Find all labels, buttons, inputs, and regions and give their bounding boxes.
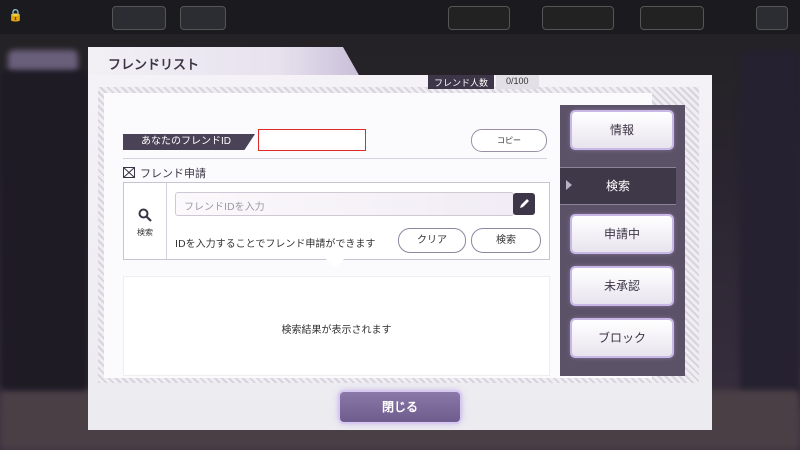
active-arrow-icon	[566, 180, 572, 190]
background-badge	[542, 6, 614, 30]
background-topbar: 🔒	[0, 0, 800, 34]
copy-button[interactable]: コピー	[471, 129, 547, 152]
divider	[123, 158, 547, 159]
background-badge	[640, 6, 704, 30]
friend-count: フレンド人数 0/100	[428, 75, 539, 89]
lock-icon: 🔒	[8, 8, 23, 22]
friend-count-value: 0/100	[496, 75, 539, 89]
tab-label: 申請中	[603, 227, 640, 241]
background-badge	[448, 6, 510, 30]
tab-label: 情報	[609, 123, 634, 137]
clear-button[interactable]: クリア	[398, 228, 466, 253]
tab-column: 情報 検索 申請中 未承認 ブロック	[560, 105, 685, 376]
search-results-text: 検索結果が表示されます	[281, 325, 392, 336]
friend-count-label: フレンド人数	[428, 75, 495, 89]
tab-label: 未承認	[603, 279, 640, 293]
search-side-label: 検索	[137, 228, 153, 237]
search-button[interactable]: 検索	[471, 228, 541, 253]
background-shape	[740, 50, 800, 410]
background-button	[180, 6, 226, 30]
background-shape	[0, 70, 88, 390]
edit-button[interactable]	[513, 193, 535, 215]
friend-request-title-text: フレンド申請	[140, 167, 206, 180]
background-button	[112, 6, 166, 30]
search-icon	[138, 208, 152, 222]
tab-unapproved[interactable]: 未承認	[572, 268, 672, 304]
tab-pending[interactable]: 申請中	[572, 216, 672, 252]
my-friend-id-field	[258, 129, 366, 151]
search-panel: 検索 フレンドIDを入力 IDを入力することでフレンド申請ができます クリア 検…	[123, 182, 550, 260]
search-hint: IDを入力することでフレンド申請ができます	[175, 239, 376, 250]
tab-info[interactable]: 情報	[572, 112, 672, 148]
tab-block[interactable]: ブロック	[572, 320, 672, 356]
my-friend-id-label: あなたのフレンドID	[123, 134, 255, 150]
friend-id-placeholder: フレンドIDを入力	[184, 202, 265, 213]
close-button[interactable]: 閉じる	[340, 392, 460, 422]
search-results: 検索結果が表示されます	[123, 276, 550, 376]
dialog-title: フレンドリスト	[108, 57, 200, 72]
dialog-title-tab: フレンドリスト	[88, 47, 360, 77]
tab-search[interactable]: 検索	[560, 167, 676, 205]
background-menu	[756, 6, 788, 30]
friend-list-dialog: フレンドリスト フレンド人数 0/100 あなたのフレンドID コピー フレンド…	[88, 47, 712, 430]
tab-label: ブロック	[597, 331, 646, 345]
friend-request-title: フレンド申請	[123, 165, 206, 181]
tab-label: 検索	[605, 179, 630, 193]
friend-id-input[interactable]: フレンドIDを入力	[175, 192, 514, 216]
search-side: 検索	[124, 183, 167, 259]
results-pointer	[325, 258, 345, 268]
pencil-icon	[520, 199, 529, 208]
